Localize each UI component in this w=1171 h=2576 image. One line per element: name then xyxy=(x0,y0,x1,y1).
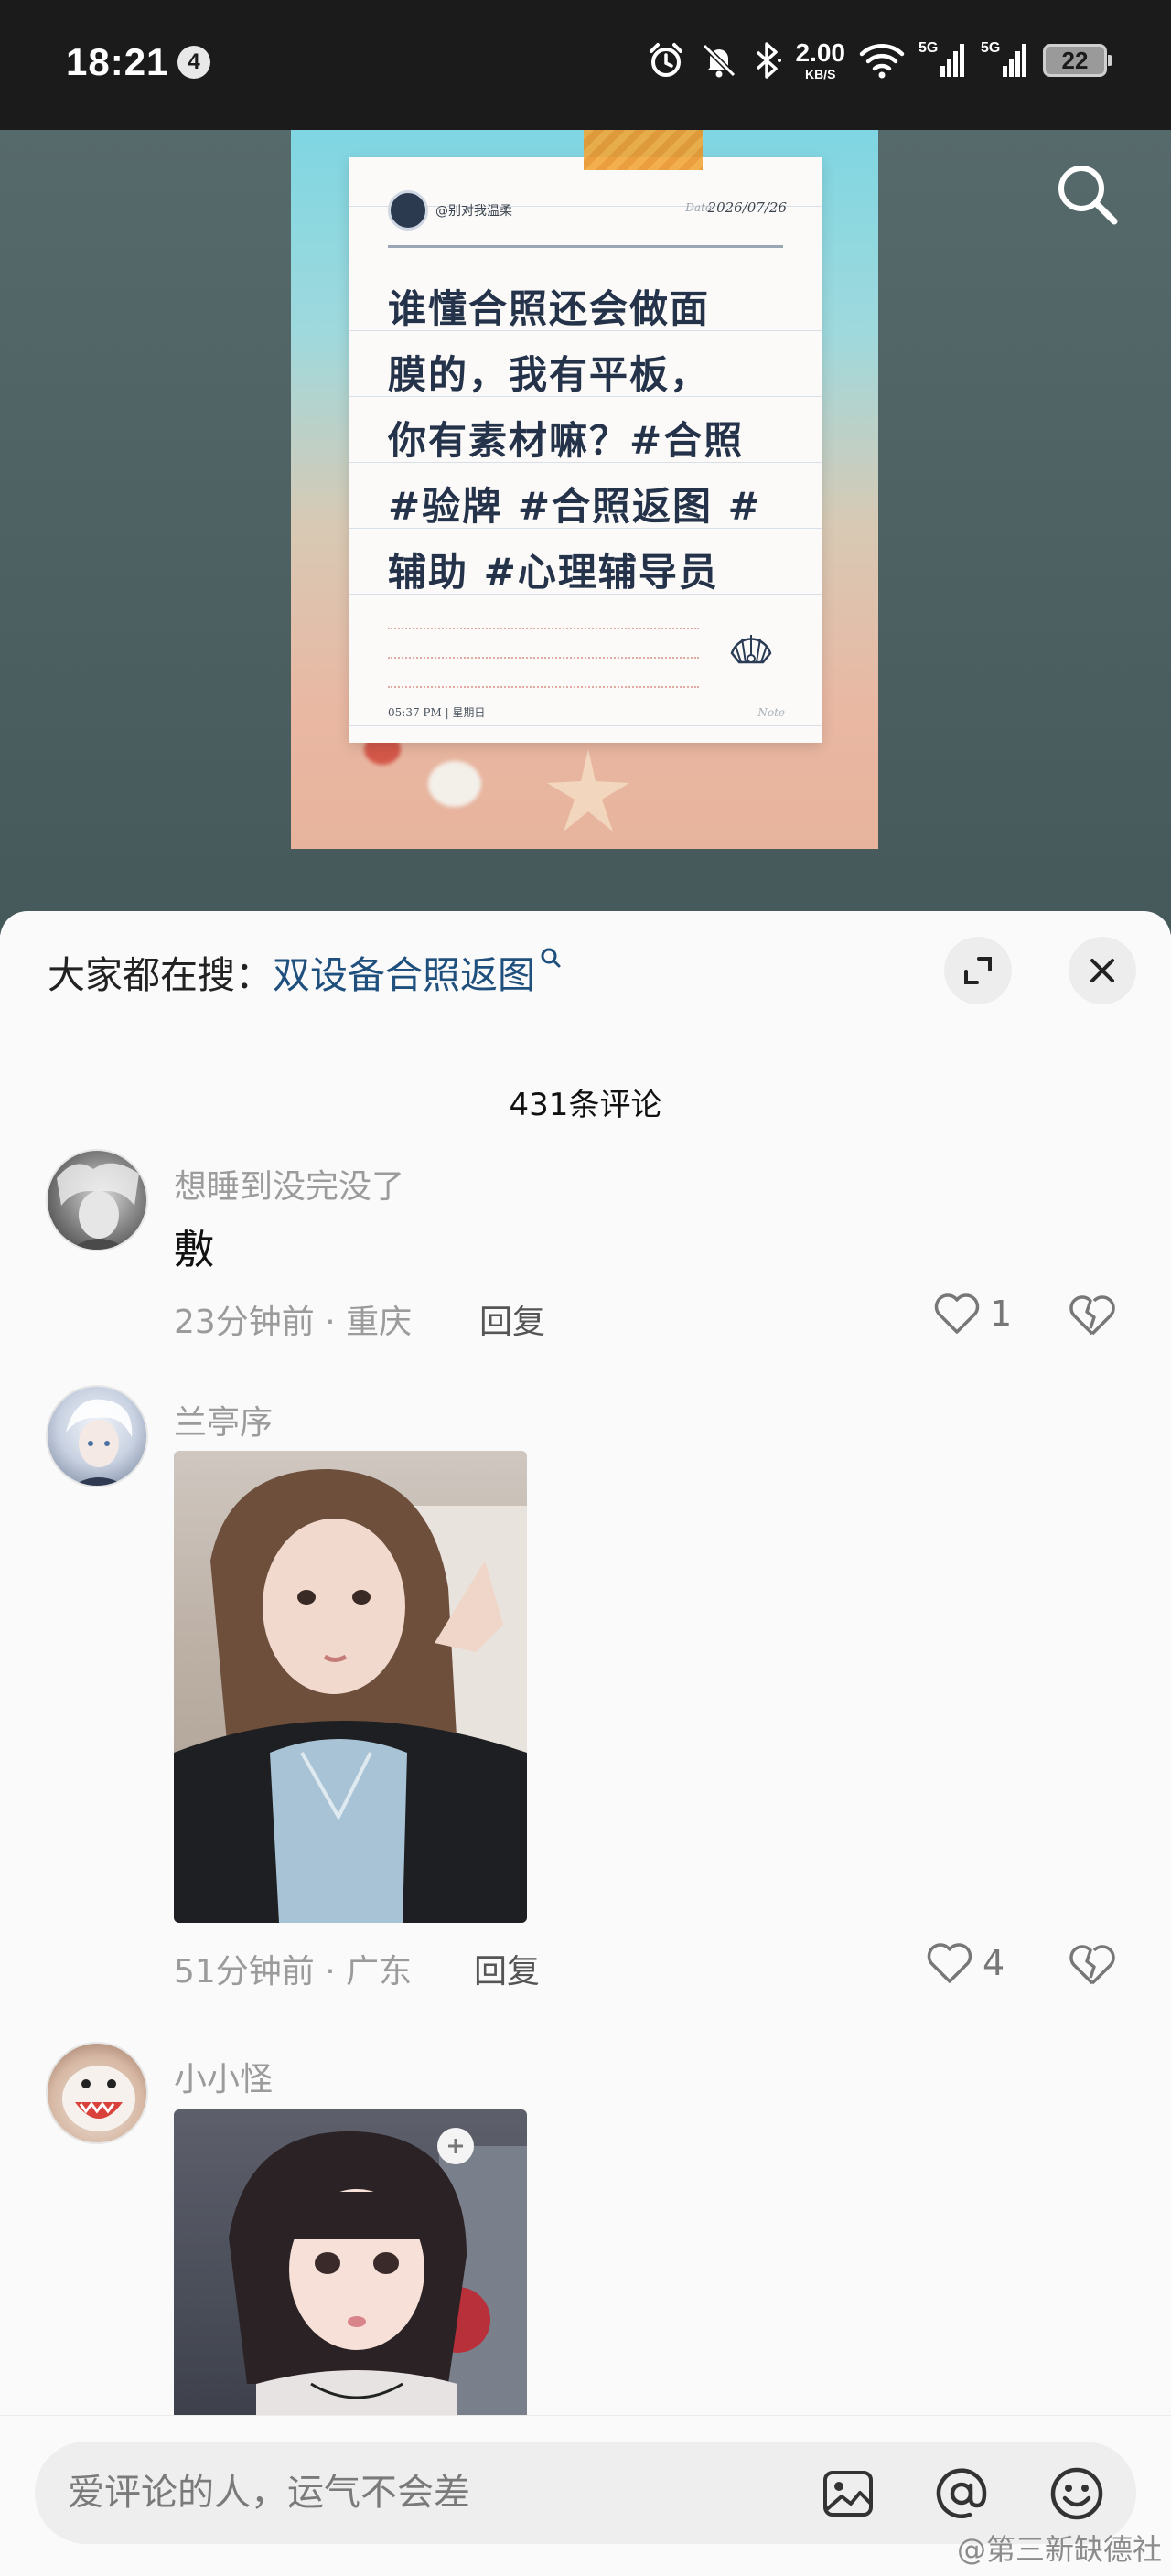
note-blank-line-1 xyxy=(388,628,699,629)
mention-icon[interactable] xyxy=(933,2465,990,2522)
note-date: 2026/07/26 xyxy=(707,199,787,216)
note-line-2: 膜的，我有平板， xyxy=(388,342,790,408)
reply-button[interactable]: 回复 xyxy=(474,1945,540,1992)
comment-text: 敷 xyxy=(174,1227,214,1273)
note-line-5-text: 辅助 #心理辅导员 xyxy=(388,550,719,595)
signal-2-bars-icon xyxy=(1003,44,1026,77)
status-icons: 2.00 KB/S 5G 5G 22 xyxy=(646,37,1112,84)
expand-icon xyxy=(964,957,992,984)
note-line-3: 你有素材嘛？#合照 xyxy=(388,408,790,474)
note-author-handle: @别对我温柔 xyxy=(435,204,512,219)
seashell-icon xyxy=(730,635,772,664)
heart-icon xyxy=(934,1293,980,1334)
comment-input[interactable] xyxy=(68,2442,818,2544)
signal-1-bars-icon xyxy=(940,44,964,77)
comment-item: 兰亭序 51分钟前 · 广东 回复 4 xyxy=(0,1385,1171,2025)
avatar[interactable] xyxy=(46,1149,148,1251)
note-body: 谁懂合照还会做面 膜的，我有平板， 你有素材嘛？#合照 #验牌 #合照返图 # … xyxy=(388,276,790,606)
note-blank-line-2 xyxy=(388,657,699,659)
note-line-1: 谁懂合照还会做面 xyxy=(388,276,790,342)
note-author-avatar xyxy=(388,190,428,231)
note-line-5: 辅助 #心理辅导员 xyxy=(388,540,790,606)
emoji-icon[interactable] xyxy=(1048,2465,1105,2522)
comment-username[interactable]: 兰亭序 xyxy=(174,1396,273,1444)
tape-decoration xyxy=(584,130,703,170)
comment-username[interactable]: 小小怪 xyxy=(174,2053,273,2100)
like-button[interactable]: 4 xyxy=(926,1941,1004,1985)
comment-meta: 51分钟前 · 广东 xyxy=(174,1953,413,1991)
watermark: @第三新缺德社 xyxy=(956,2532,1162,2567)
signal-1: 5G xyxy=(919,40,968,80)
comment-photo[interactable] xyxy=(174,1451,527,1923)
avatar-illustration xyxy=(62,2066,135,2131)
avatar[interactable] xyxy=(46,1385,148,1487)
note-blank-line-3 xyxy=(388,686,699,688)
post-image[interactable]: @别对我温柔 Date 2026/07/26 谁懂合照还会做面 膜的，我有平板，… xyxy=(291,130,878,849)
search-suggestion-prefix: 大家都在搜： xyxy=(48,953,273,997)
reply-button[interactable]: 回复 xyxy=(479,1295,545,1343)
status-time: 18:21 xyxy=(66,40,169,83)
expand-button[interactable] xyxy=(944,937,1012,1004)
starfish-icon xyxy=(547,749,629,832)
like-count: 4 xyxy=(983,1943,1005,1983)
network-speed-value: 2.00 xyxy=(795,38,846,67)
image-icon[interactable] xyxy=(820,2465,876,2522)
comment-photo-portrait xyxy=(229,2128,527,2420)
mute-bell-icon xyxy=(702,43,736,78)
note-card: @别对我温柔 Date 2026/07/26 谁懂合照还会做面 膜的，我有平板，… xyxy=(349,130,822,743)
decor-shell-round xyxy=(428,761,481,807)
search-button[interactable] xyxy=(1050,157,1123,231)
wifi-icon xyxy=(859,44,905,79)
comment-username[interactable]: 想睡到没完没了 xyxy=(174,1160,404,1208)
dislike-broken-heart-icon[interactable] xyxy=(1069,1292,1116,1339)
comment-meta: 23分钟前 · 重庆 xyxy=(174,1304,413,1341)
note-line-3-text: 你有素材嘛？#合照 xyxy=(388,418,745,463)
signal-2: 5G xyxy=(981,40,1030,80)
dislike-broken-heart-icon[interactable] xyxy=(1069,1941,1116,1989)
note-line-1-text: 谁懂合照还会做面 xyxy=(388,286,711,331)
close-button[interactable] xyxy=(1069,937,1136,1004)
comment-count-title: 431条评论 xyxy=(509,1087,662,1123)
search-small-icon xyxy=(541,948,561,968)
heart-icon xyxy=(927,1943,972,1983)
note-line-4: #验牌 #合照返图 # xyxy=(388,474,790,540)
network-speed-unit: KB/S xyxy=(805,67,836,81)
avatar-illustration xyxy=(57,1163,139,1250)
comment-item: 小小怪 xyxy=(0,2042,1171,2426)
note-line-4-text: #验牌 #合照返图 # xyxy=(388,484,762,529)
avatar[interactable] xyxy=(46,2042,148,2144)
note-line-2-text: 膜的，我有平板， xyxy=(388,352,711,397)
app-screen: 18:21 4 2.00 KB/S 5G 5G 22 @别对我温柔 Date 2… xyxy=(0,0,1171,2576)
comment-input-bar: @第三新缺德社 xyxy=(0,2415,1171,2576)
search-suggestion[interactable]: 大家都在搜：双设备合照返图 xyxy=(48,944,563,999)
network-speed: 2.00 KB/S xyxy=(795,38,846,81)
notification-count-badge: 4 xyxy=(177,46,210,79)
like-count: 1 xyxy=(990,1293,1013,1334)
alarm-icon xyxy=(649,43,682,77)
comment-item: 想睡到没完没了 敷 23分钟前 · 重庆 回复 1 xyxy=(0,1149,1171,1359)
like-button[interactable]: 1 xyxy=(933,1292,1012,1336)
post-image-viewer[interactable]: @别对我温柔 Date 2026/07/26 谁懂合照还会做面 膜的，我有平板，… xyxy=(0,130,1171,935)
close-icon xyxy=(1090,959,1114,982)
avatar-illustration xyxy=(66,1399,133,1486)
comments-sheet: 大家都在搜：双设备合照返图 431条评论 想睡到没完没了 敷 23分钟前 · 重… xyxy=(0,911,1171,2576)
note-footer-time: 05:37 PM | 星期日 xyxy=(388,706,486,719)
note-footer-label: Note xyxy=(757,706,785,719)
note-divider xyxy=(388,245,783,248)
search-suggestion-term[interactable]: 双设备合照返图 xyxy=(273,953,535,997)
bluetooth-icon xyxy=(756,42,781,79)
status-bar: 18:21 4 2.00 KB/S 5G 5G 22 xyxy=(0,0,1171,130)
comment-photo-portrait xyxy=(174,1469,527,1923)
battery-indicator: 22 xyxy=(1043,44,1112,77)
search-icon xyxy=(1058,166,1118,225)
comment-photo[interactable] xyxy=(174,2109,527,2420)
